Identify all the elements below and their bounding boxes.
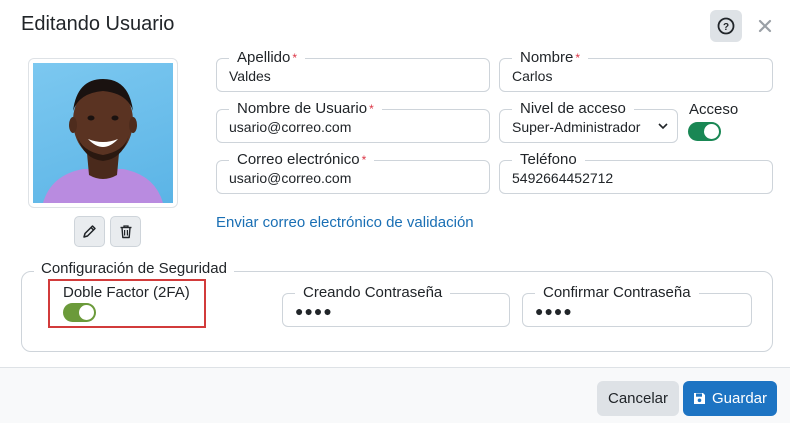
toggle-knob [704,124,719,139]
telefono-value: 5492664452712 [512,170,614,186]
apellido-value: Valdes [229,68,271,84]
edit-user-modal: Editando Usuario ? Apellido * Valdes Nom… [0,0,790,423]
nombre-field[interactable]: Nombre * Carlos [499,50,773,92]
save-button[interactable]: Guardar [683,381,777,416]
help-circle-icon: ? [717,17,735,35]
telefono-field[interactable]: Teléfono 5492664452712 [499,152,773,194]
new-password-label: Creando Contraseña [295,285,451,301]
required-marker: * [292,51,298,65]
svg-text:?: ? [723,22,729,33]
confirm-password-field[interactable]: Confirmar Contraseña ●●●● [522,285,752,327]
send-validation-link[interactable]: Enviar correo electrónico de validación [216,214,474,231]
twofa-label: Doble Factor (2FA) [63,284,190,301]
nivel-acceso-value: Super-Administrador [512,119,641,135]
confirm-password-label: Confirmar Contraseña [535,285,699,301]
correo-label: Correo electrónico [237,151,360,168]
avatar [33,63,173,203]
modal-title: Editando Usuario [21,13,175,35]
nombre-value: Carlos [512,68,553,84]
required-marker: * [575,51,581,65]
trash-icon [120,225,131,239]
avatar-photo [43,79,163,203]
apellido-label: Apellido [237,49,291,66]
nombre-usuario-label: Nombre de Usuario [237,100,368,117]
acceso-toggle[interactable] [688,122,721,141]
save-label: Guardar [711,390,768,407]
delete-avatar-button[interactable] [110,216,141,247]
edit-avatar-button[interactable] [74,216,105,247]
new-password-field[interactable]: Creando Contraseña ●●●● [282,285,510,327]
nombre-usuario-field[interactable]: Nombre de Usuario * usario@correo.com [216,101,490,143]
close-button[interactable] [755,14,775,38]
avatar-frame [28,58,178,208]
acceso-label: Acceso [689,101,739,118]
nombre-usuario-value: usario@correo.com [229,119,352,135]
twofa-toggle[interactable] [63,303,96,322]
pencil-icon [83,225,96,238]
security-legend: Configuración de Seguridad [34,260,234,277]
help-button[interactable]: ? [710,10,742,42]
cancel-button[interactable]: Cancelar [597,381,679,416]
required-marker: * [369,102,374,116]
close-icon [758,19,772,33]
toggle-knob [79,305,94,320]
nivel-acceso-select[interactable]: Nivel de acceso Super-Administrador [499,101,678,143]
new-password-value: ●●●● [295,303,333,319]
nombre-label: Nombre [520,49,574,66]
chevron-down-icon [658,123,668,130]
correo-value: usario@correo.com [229,170,352,186]
apellido-field[interactable]: Apellido * Valdes [216,50,490,92]
nivel-acceso-label: Nivel de acceso [512,101,634,117]
floppy-disk-icon [693,393,705,404]
required-marker: * [361,153,367,167]
confirm-password-value: ●●●● [535,303,573,319]
correo-field[interactable]: Correo electrónico * usario@correo.com [216,152,490,194]
telefono-label: Teléfono [512,152,585,168]
